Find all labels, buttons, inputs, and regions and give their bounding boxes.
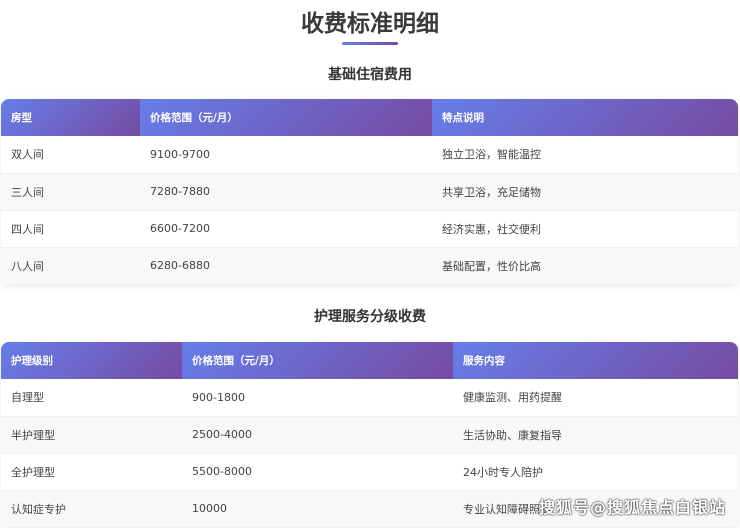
section-title-nursing: 护理服务分级收费: [314, 309, 426, 325]
price-range: 7280-7880: [140, 173, 432, 211]
features: 共享卫浴，充足储物: [432, 173, 738, 211]
table-row: 半护理型 2500-4000 生活协助、康复指导: [1, 416, 738, 454]
column-header: 房型: [1, 99, 140, 136]
accommodation-table: 房型 价格范围（元/月） 特点说明 双人间 9100-9700 独立卫浴，智能温控 …: [1, 99, 738, 285]
features: 经济实惠，社交便利: [432, 210, 738, 248]
price-range: 2500-4000: [182, 416, 453, 454]
table-row: 四人间 6600-7200 经济实惠，社交便利: [1, 210, 738, 248]
watermark: 搜狐号@搜狐焦点白银站: [538, 498, 726, 517]
title-underline: [342, 42, 398, 45]
table-header: 房型 价格范围（元/月） 特点说明: [1, 99, 738, 136]
price-range: 10000: [182, 490, 453, 528]
column-header: 价格范围（元/月）: [140, 99, 432, 136]
service-content: 24小时专人陪护: [453, 453, 738, 491]
care-level: 半护理型: [1, 416, 182, 454]
room-type: 八人间: [1, 247, 140, 285]
table-header: 护理级别 价格范围（元/月） 服务内容: [1, 342, 738, 379]
table-row: 双人间 9100-9700 独立卫浴，智能温控: [1, 136, 738, 174]
price-range: 9100-9700: [140, 136, 432, 174]
price-range: 6280-6880: [140, 247, 432, 285]
care-level: 自理型: [1, 379, 182, 417]
service-content: 生活协助、康复指导: [453, 416, 738, 454]
room-type: 双人间: [1, 136, 140, 174]
column-header: 特点说明: [432, 99, 738, 136]
table-row: 自理型 900-1800 健康监测、用药提醒: [1, 379, 738, 417]
table-row: 八人间 6280-6880 基础配置，性价比高: [1, 247, 738, 285]
service-content: 健康监测、用药提醒: [453, 379, 738, 417]
price-range: 6600-7200: [140, 210, 432, 248]
column-header: 价格范围（元/月）: [182, 342, 453, 379]
column-header: 护理级别: [1, 342, 182, 379]
column-header: 服务内容: [453, 342, 738, 379]
care-level: 认知症专护: [1, 490, 182, 528]
care-level: 全护理型: [1, 453, 182, 491]
table-row: 全护理型 5500-8000 24小时专人陪护: [1, 453, 738, 491]
section-title-accommodation: 基础住宿费用: [328, 67, 412, 83]
room-type: 四人间: [1, 210, 140, 248]
page-title: 收费标准明细: [301, 11, 439, 37]
features: 基础配置，性价比高: [432, 247, 738, 285]
table-row: 三人间 7280-7880 共享卫浴，充足储物: [1, 173, 738, 211]
price-range: 900-1800: [182, 379, 453, 417]
room-type: 三人间: [1, 173, 140, 211]
price-range: 5500-8000: [182, 453, 453, 491]
features: 独立卫浴，智能温控: [432, 136, 738, 174]
